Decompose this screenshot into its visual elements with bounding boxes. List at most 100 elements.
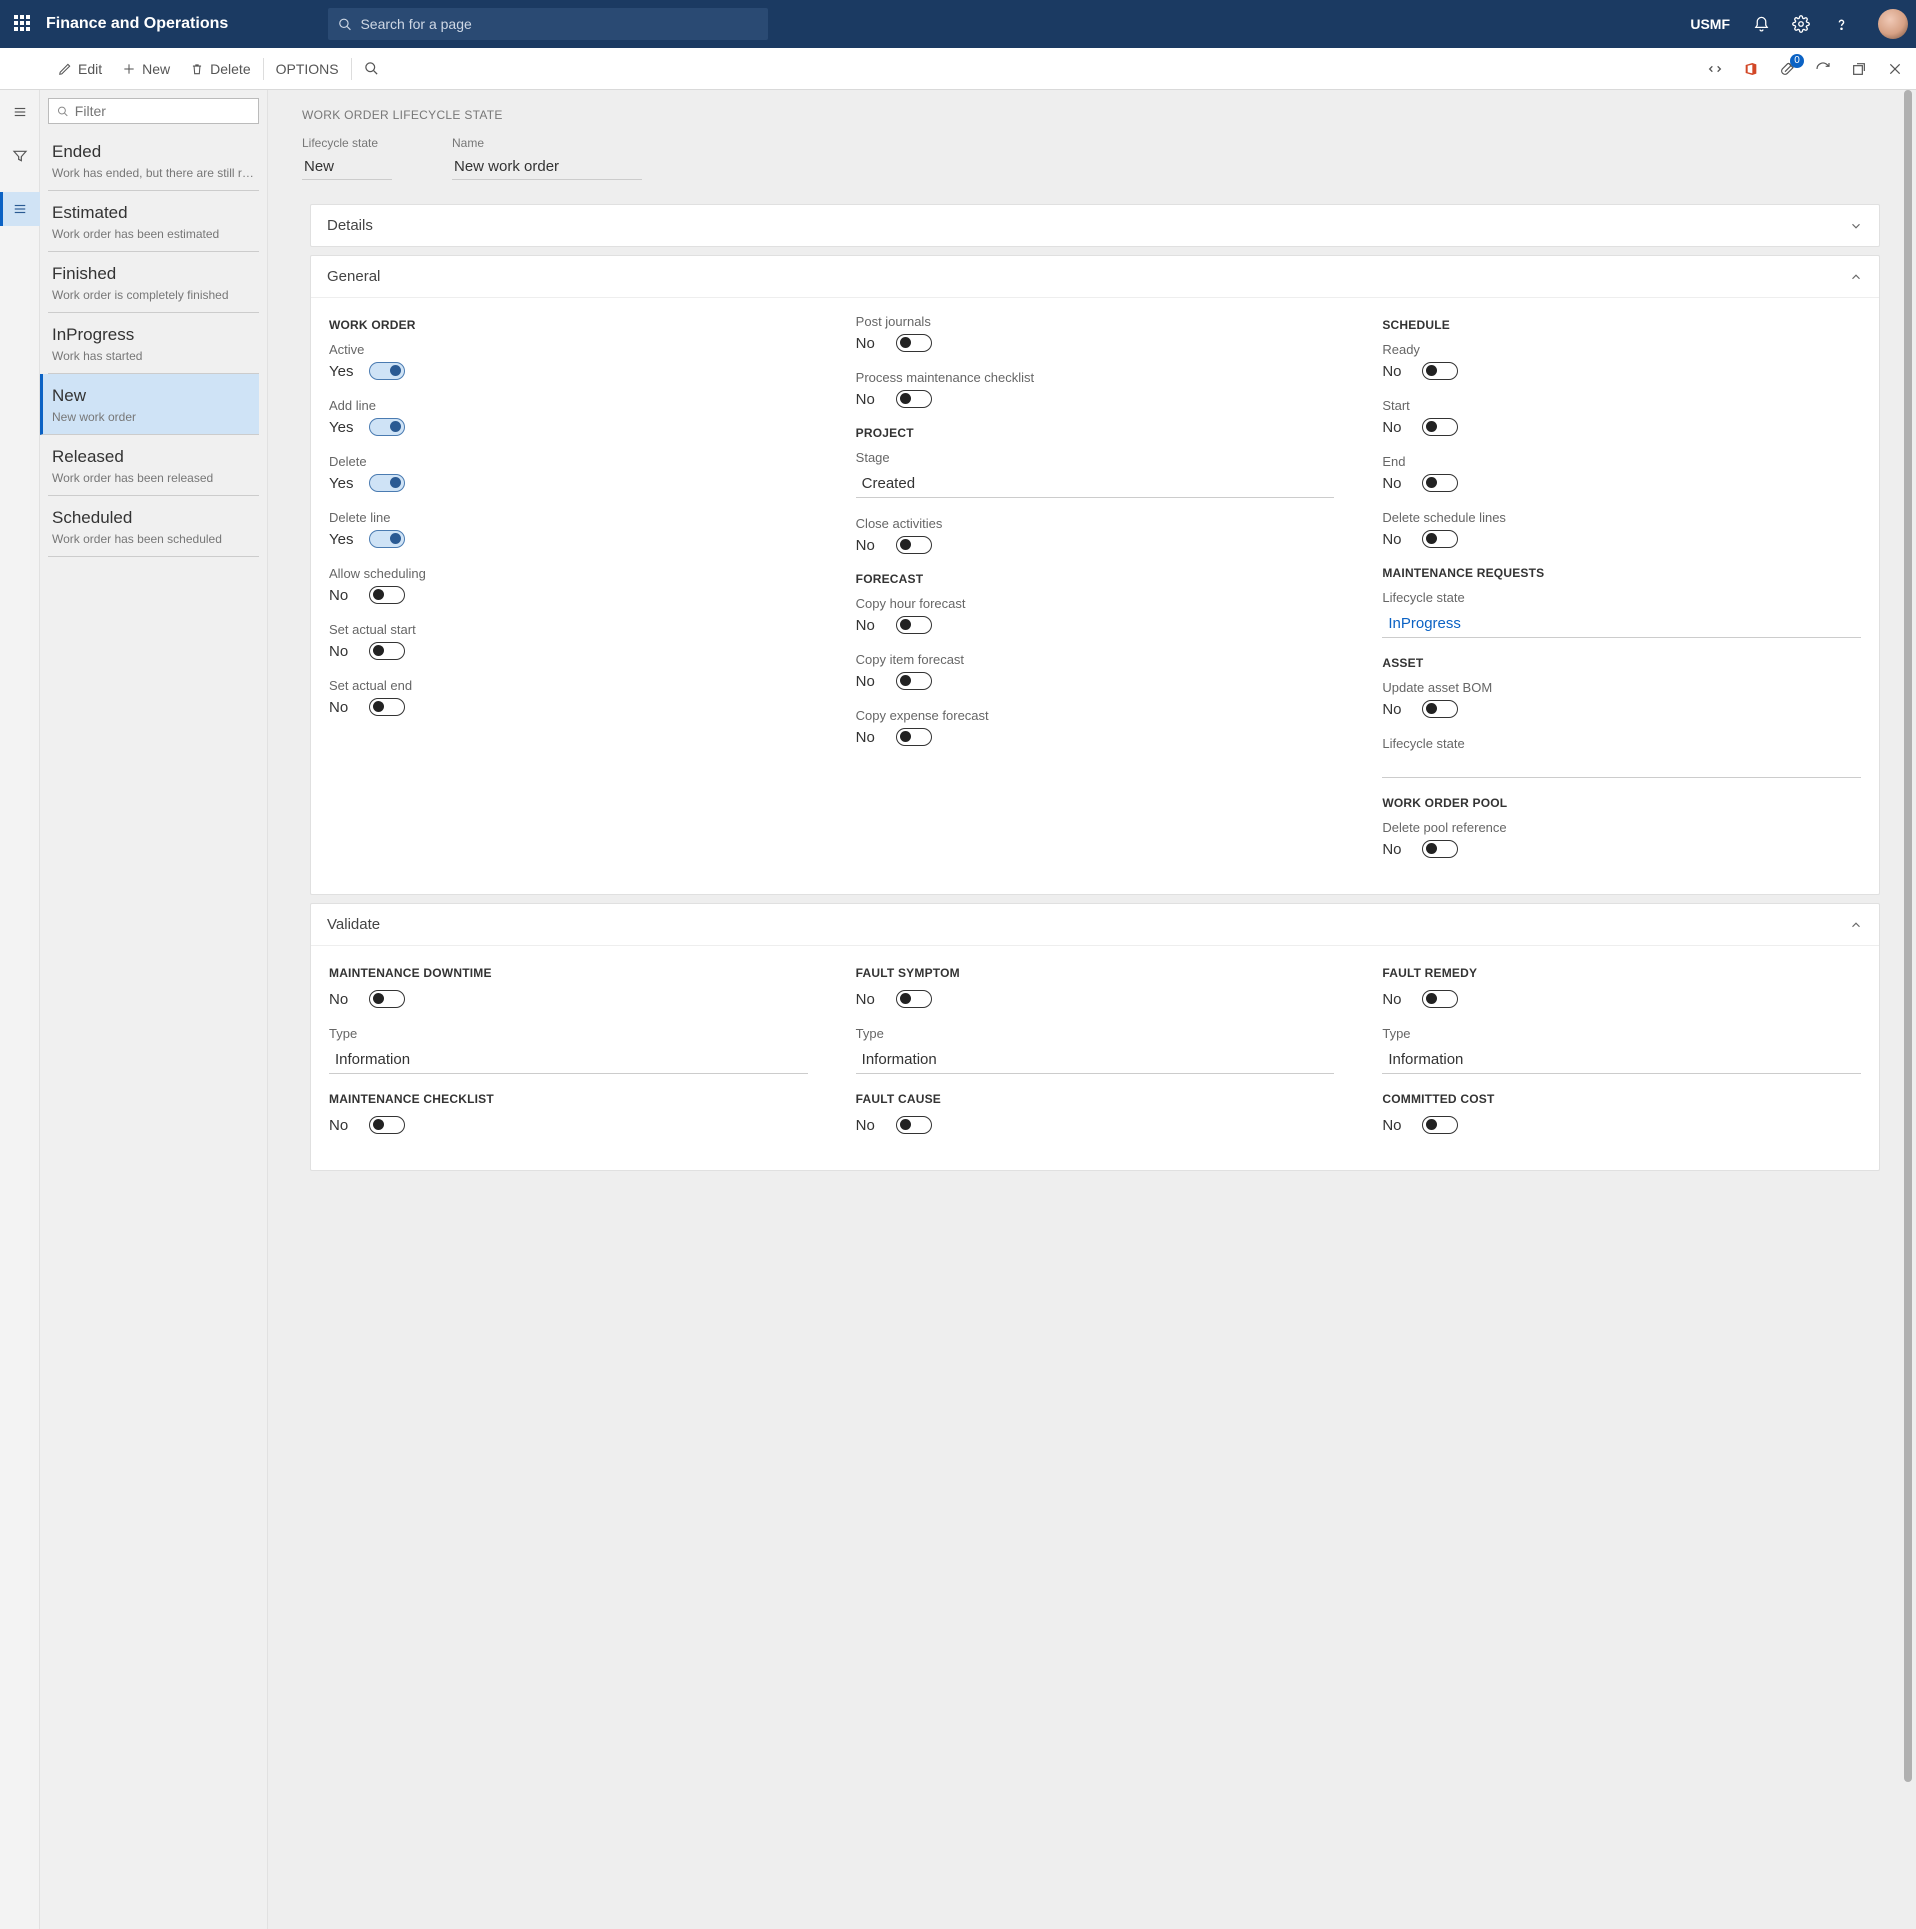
downtime-type-input[interactable]: Information: [329, 1046, 808, 1074]
delete-button[interactable]: Delete: [180, 48, 260, 89]
attachments-icon[interactable]: 0: [1778, 60, 1796, 78]
project-heading: PROJECT: [856, 426, 1335, 440]
general-col2: Post journalsNo Process maintenance chec…: [856, 312, 1335, 876]
close-icon[interactable]: [1886, 60, 1904, 78]
delete-schedule-toggle[interactable]: [1422, 530, 1458, 548]
delete-label: Delete: [210, 61, 250, 77]
symptom-type-input[interactable]: Information: [856, 1046, 1335, 1074]
name-label: Name: [452, 136, 642, 150]
app-launcher-icon[interactable]: [14, 15, 32, 33]
validate-header[interactable]: Validate: [311, 904, 1879, 946]
lifecycle-state-list: EndedWork has ended, but there are still…: [48, 130, 259, 557]
stage-input[interactable]: Created: [856, 470, 1335, 498]
hamburger-icon[interactable]: [10, 104, 30, 120]
list-item[interactable]: InProgressWork has started: [48, 313, 259, 374]
general-header[interactable]: General: [311, 256, 1879, 298]
mr-lifecycle-input[interactable]: InProgress: [1382, 610, 1861, 638]
list-item[interactable]: EstimatedWork order has been estimated: [48, 191, 259, 252]
top-bar: Finance and Operations USMF: [0, 0, 1916, 48]
list-item[interactable]: ReleasedWork order has been released: [48, 435, 259, 496]
action-search-button[interactable]: [354, 48, 389, 89]
remedy-type-input[interactable]: Information: [1382, 1046, 1861, 1074]
start-toggle[interactable]: [1422, 418, 1458, 436]
fault-symptom-toggle[interactable]: [896, 990, 932, 1008]
navigation-rail: [0, 90, 40, 1929]
validate-section: Validate MAINTENANCE DOWNTIME No TypeInf…: [310, 903, 1880, 1171]
chevron-up-icon: [1849, 918, 1863, 932]
delete-toggle[interactable]: [369, 474, 405, 492]
top-right-controls: USMF: [1690, 9, 1908, 39]
add-line-toggle[interactable]: [369, 418, 405, 436]
refresh-icon[interactable]: [1814, 60, 1832, 78]
end-toggle[interactable]: [1422, 474, 1458, 492]
post-journals-toggle[interactable]: [896, 334, 932, 352]
delete-pool-toggle[interactable]: [1422, 840, 1458, 858]
allow-scheduling-toggle[interactable]: [369, 586, 405, 604]
maintenance-checklist-toggle[interactable]: [369, 1116, 405, 1134]
new-label: New: [142, 61, 170, 77]
maintenance-downtime-heading: MAINTENANCE DOWNTIME: [329, 966, 808, 980]
fault-cause-toggle[interactable]: [896, 1116, 932, 1134]
content-pane: Work order lifecycle state Lifecycle sta…: [268, 90, 1916, 1929]
notifications-icon[interactable]: [1752, 15, 1770, 33]
delete-line-toggle[interactable]: [369, 530, 405, 548]
close-activities-toggle[interactable]: [896, 536, 932, 554]
lifecycle-state-value[interactable]: New: [302, 154, 392, 180]
new-button[interactable]: New: [112, 48, 180, 89]
copy-expense-toggle[interactable]: [896, 728, 932, 746]
filter-input-wrapper[interactable]: [48, 98, 259, 124]
legal-entity[interactable]: USMF: [1690, 16, 1730, 32]
work-order-pool-heading: WORK ORDER POOL: [1382, 796, 1861, 810]
copy-item-toggle[interactable]: [896, 672, 932, 690]
search-icon: [338, 17, 352, 32]
office-icon[interactable]: [1742, 60, 1760, 78]
options-label: OPTIONS: [276, 61, 339, 77]
filter-input[interactable]: [75, 103, 250, 119]
help-icon[interactable]: [1832, 15, 1850, 33]
ready-toggle[interactable]: [1422, 362, 1458, 380]
popout-icon[interactable]: [1850, 60, 1868, 78]
list-pane-toggle-icon[interactable]: [0, 192, 40, 226]
header-fields: Lifecycle state New Name New work order: [302, 136, 1892, 180]
lifecycle-state-label: Lifecycle state: [302, 136, 392, 150]
validate-col2: FAULT SYMPTOM No TypeInformation FAULT C…: [856, 960, 1335, 1152]
list-item[interactable]: FinishedWork order is completely finishe…: [48, 252, 259, 313]
maintenance-downtime-toggle[interactable]: [369, 990, 405, 1008]
forecast-heading: FORECAST: [856, 572, 1335, 586]
fault-remedy-toggle[interactable]: [1422, 990, 1458, 1008]
update-bom-toggle[interactable]: [1422, 700, 1458, 718]
validate-col3: FAULT REMEDY No TypeInformation COMMITTE…: [1382, 960, 1861, 1152]
list-pane: EndedWork has ended, but there are still…: [40, 90, 268, 1929]
committed-cost-heading: COMMITTED COST: [1382, 1092, 1861, 1106]
global-search[interactable]: [328, 8, 768, 40]
filter-icon[interactable]: [10, 148, 30, 164]
set-actual-end-toggle[interactable]: [369, 698, 405, 716]
validate-col1: MAINTENANCE DOWNTIME No TypeInformation …: [329, 960, 808, 1152]
search-input[interactable]: [360, 16, 758, 32]
list-item-selected[interactable]: NewNew work order: [40, 374, 259, 435]
list-item[interactable]: EndedWork has ended, but there are still…: [48, 130, 259, 191]
maintenance-checklist-heading: MAINTENANCE CHECKLIST: [329, 1092, 808, 1106]
chevron-down-icon: [1849, 219, 1863, 233]
edit-label: Edit: [78, 61, 102, 77]
asset-lifecycle-input[interactable]: [1382, 756, 1861, 778]
settings-icon[interactable]: [1792, 15, 1810, 33]
committed-cost-toggle[interactable]: [1422, 1116, 1458, 1134]
work-order-heading: WORK ORDER: [329, 318, 808, 332]
fault-cause-heading: FAULT CAUSE: [856, 1092, 1335, 1106]
link-icon[interactable]: [1706, 60, 1724, 78]
active-toggle[interactable]: [369, 362, 405, 380]
details-header[interactable]: Details: [311, 205, 1879, 246]
general-col3: SCHEDULE ReadyNo StartNo EndNo Delete sc…: [1382, 312, 1861, 876]
filter-search-icon: [57, 105, 69, 118]
copy-hour-toggle[interactable]: [896, 616, 932, 634]
chevron-up-icon: [1849, 270, 1863, 284]
edit-button[interactable]: Edit: [48, 48, 112, 89]
name-value[interactable]: New work order: [452, 154, 642, 180]
user-avatar[interactable]: [1878, 9, 1908, 39]
set-actual-start-toggle[interactable]: [369, 642, 405, 660]
options-button[interactable]: OPTIONS: [266, 48, 349, 89]
scrollbar[interactable]: [1904, 90, 1912, 1929]
process-checklist-toggle[interactable]: [896, 390, 932, 408]
list-item[interactable]: ScheduledWork order has been scheduled: [48, 496, 259, 557]
